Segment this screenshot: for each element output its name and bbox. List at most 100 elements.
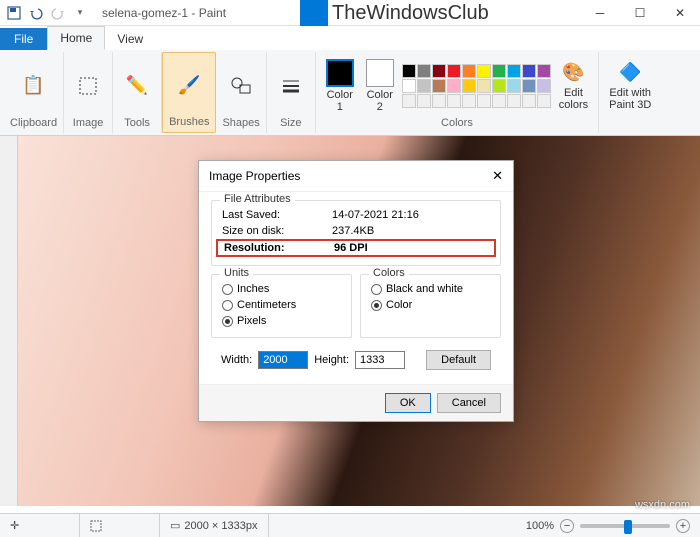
palette-swatch[interactable] (507, 64, 521, 78)
palette-swatch[interactable] (477, 79, 491, 93)
qat-save-icon[interactable] (4, 3, 24, 23)
palette-swatch[interactable] (522, 94, 536, 108)
palette-swatch[interactable] (432, 64, 446, 78)
palette-swatch[interactable] (417, 94, 431, 108)
tools-button[interactable]: ✏️ (119, 72, 155, 100)
group-shapes: Shapes (216, 52, 266, 133)
palette-swatch[interactable] (507, 79, 521, 93)
palette-swatch[interactable] (537, 79, 551, 93)
palette-swatch[interactable] (417, 64, 431, 78)
radio-color[interactable]: Color (371, 297, 490, 313)
brand-text: TheWindowsClub (332, 2, 489, 25)
group-label-size: Size (280, 117, 301, 131)
color1-swatch (326, 59, 354, 87)
palette-swatch[interactable] (402, 79, 416, 93)
maximize-button[interactable]: ☐ (620, 0, 660, 26)
clipboard-button[interactable]: 📋 (16, 72, 52, 100)
select-icon (76, 74, 100, 98)
tab-home[interactable]: Home (47, 26, 105, 50)
color2-swatch (366, 59, 394, 87)
palette-swatch[interactable] (447, 94, 461, 108)
palette-swatch[interactable] (492, 79, 506, 93)
width-label: Width: (221, 354, 252, 366)
radio-bw[interactable]: Black and white (371, 281, 490, 297)
paint3d-button[interactable]: 🔷Edit with Paint 3D (605, 59, 655, 113)
qat-undo-icon[interactable] (26, 3, 46, 23)
palette-swatch[interactable] (507, 94, 521, 108)
fieldset-file-attributes: File Attributes Last Saved:14-07-2021 21… (211, 200, 501, 266)
radio-centimeters[interactable]: Centimeters (222, 297, 341, 313)
palette-swatch[interactable] (537, 94, 551, 108)
qat-customize-icon[interactable]: ▾ (70, 3, 90, 23)
close-button[interactable]: ✕ (660, 0, 700, 26)
group-image: Image (64, 52, 113, 133)
palette-swatch[interactable] (432, 79, 446, 93)
group-label-tools: Tools (124, 117, 150, 131)
group-paint3d: 🔷Edit with Paint 3D (599, 52, 661, 133)
color-palette[interactable] (402, 64, 551, 108)
row-last-saved: Last Saved:14-07-2021 21:16 (222, 207, 490, 223)
size-button[interactable] (273, 72, 309, 100)
palette-swatch[interactable] (447, 64, 461, 78)
dimensions-icon: ▭ (170, 519, 180, 532)
ok-button[interactable]: OK (385, 393, 431, 413)
status-zoom: 100% − + (516, 519, 700, 533)
tab-file[interactable]: File (0, 28, 47, 50)
shapes-button[interactable] (223, 72, 259, 100)
palette-swatch[interactable] (447, 79, 461, 93)
width-input[interactable] (258, 351, 308, 369)
edit-colors-button[interactable]: 🎨Edit colors (555, 59, 592, 113)
brushes-button[interactable]: 🖌️ (171, 72, 207, 100)
height-input[interactable] (355, 351, 405, 369)
status-cursor: ✛ (0, 514, 80, 537)
palette-swatch[interactable] (462, 94, 476, 108)
group-clipboard: 📋 Clipboard (4, 52, 64, 133)
palette-swatch[interactable] (462, 79, 476, 93)
dialog-titlebar: Image Properties ✕ (199, 161, 513, 192)
group-label-clipboard: Clipboard (10, 117, 57, 131)
color2-button[interactable]: Color 2 (362, 57, 398, 115)
pencil-icon: ✏️ (125, 74, 149, 98)
palette-swatch[interactable] (477, 94, 491, 108)
palette-swatch[interactable] (462, 64, 476, 78)
zoom-slider[interactable] (580, 524, 670, 528)
selection-icon (90, 520, 102, 532)
palette-swatch[interactable] (477, 64, 491, 78)
radio-pixels[interactable]: Pixels (222, 313, 341, 329)
tab-view[interactable]: View (105, 28, 155, 50)
shapes-icon (229, 74, 253, 98)
group-label-image: Image (73, 117, 104, 131)
status-dimensions: ▭2000 × 1333px (160, 514, 269, 537)
status-spacer (269, 514, 516, 537)
qat-redo-icon[interactable] (48, 3, 68, 23)
row-size-on-disk: Size on disk:237.4KB (222, 223, 490, 239)
dialog-close-icon[interactable]: ✕ (492, 168, 503, 184)
color1-button[interactable]: Color 1 (322, 57, 358, 115)
palette-swatch[interactable] (402, 64, 416, 78)
palette-swatch[interactable] (522, 79, 536, 93)
palette-swatch[interactable] (492, 64, 506, 78)
cancel-button[interactable]: Cancel (437, 393, 501, 413)
zoom-in-button[interactable]: + (676, 519, 690, 533)
group-brushes: 🖌️ Brushes (162, 52, 216, 133)
ribbon-tabs: File Home View (0, 26, 700, 50)
group-size: Size (267, 52, 316, 133)
zoom-out-button[interactable]: − (560, 519, 574, 533)
palette-swatch[interactable] (537, 64, 551, 78)
edit-colors-icon: 🎨 (561, 61, 585, 85)
minimize-button[interactable]: ─ (580, 0, 620, 26)
palette-swatch[interactable] (402, 94, 416, 108)
ribbon: 📋 Clipboard Image ✏️ Tools 🖌️ Brushes Sh… (0, 50, 700, 136)
palette-swatch[interactable] (417, 79, 431, 93)
edit-colors-label: Edit colors (559, 87, 588, 111)
radio-icon (371, 284, 382, 295)
palette-swatch[interactable] (432, 94, 446, 108)
palette-swatch[interactable] (492, 94, 506, 108)
radio-icon (222, 300, 233, 311)
image-select-button[interactable] (70, 72, 106, 100)
window-buttons: ─ ☐ ✕ (580, 0, 700, 26)
default-button[interactable]: Default (426, 350, 491, 370)
zoom-thumb[interactable] (624, 520, 632, 534)
radio-inches[interactable]: Inches (222, 281, 341, 297)
palette-swatch[interactable] (522, 64, 536, 78)
